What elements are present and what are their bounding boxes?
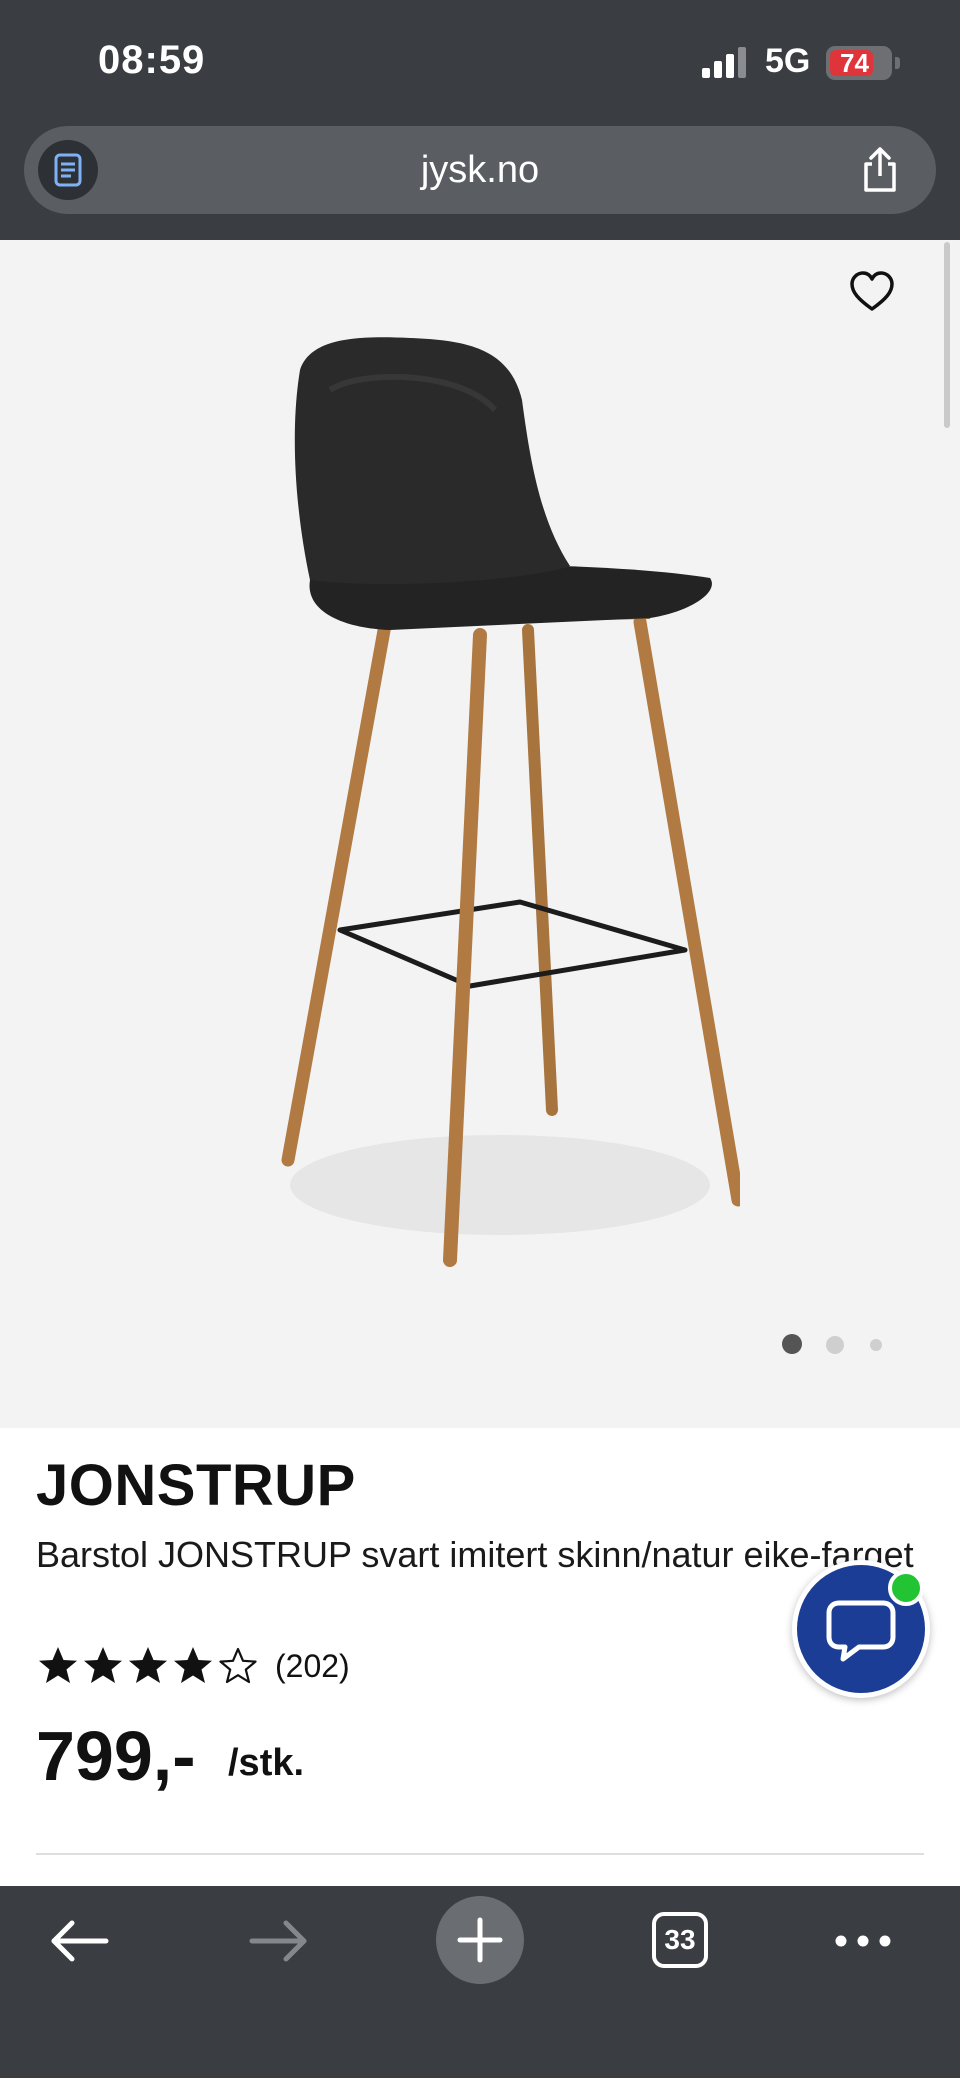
star-filled-icon — [174, 1647, 212, 1683]
battery-percent: 74 — [840, 48, 869, 78]
share-icon[interactable] — [856, 146, 904, 194]
address-bar[interactable]: jysk.no — [24, 126, 936, 214]
plus-icon — [457, 1917, 503, 1963]
star-filled-icon — [129, 1647, 167, 1683]
gallery-dot-1[interactable] — [782, 1334, 802, 1354]
gallery-dot-3[interactable] — [870, 1339, 882, 1351]
status-time: 08:59 — [98, 38, 206, 82]
page-scrollbar[interactable] — [944, 242, 950, 428]
tabs-button[interactable]: 33 — [652, 1912, 708, 1968]
new-tab-button[interactable] — [436, 1896, 524, 1984]
product-description: Barstol JONSTRUP svart imitert skinn/nat… — [36, 1534, 914, 1575]
online-status-dot — [888, 1570, 924, 1606]
star-empty-icon — [219, 1647, 257, 1684]
star-filled-icon — [39, 1647, 77, 1683]
battery-nub — [895, 57, 900, 69]
battery-icon: 74 — [826, 46, 900, 80]
heart-icon[interactable] — [848, 268, 896, 316]
arrow-left-icon[interactable] — [48, 1916, 110, 1966]
gallery-dot-2[interactable] — [826, 1336, 844, 1354]
arrow-right-icon[interactable] — [248, 1916, 310, 1966]
gallery-pagination[interactable] — [780, 1332, 900, 1356]
more-dots-icon[interactable] — [832, 1924, 894, 1958]
product-rating[interactable]: (202) — [36, 1642, 350, 1690]
product-price: 799,- — [36, 1717, 196, 1795]
product-title: JONSTRUP — [36, 1453, 356, 1518]
review-count[interactable]: (202) — [275, 1648, 350, 1685]
reader-icon[interactable] — [38, 140, 98, 200]
divider — [36, 1853, 924, 1855]
price-unit: /stk. — [228, 1742, 305, 1784]
product-image — [281, 337, 740, 1267]
star-filled-icon — [84, 1647, 122, 1683]
network-type: 5G — [765, 42, 811, 80]
signal-icon — [702, 47, 746, 78]
url-text[interactable]: jysk.no — [24, 126, 936, 214]
